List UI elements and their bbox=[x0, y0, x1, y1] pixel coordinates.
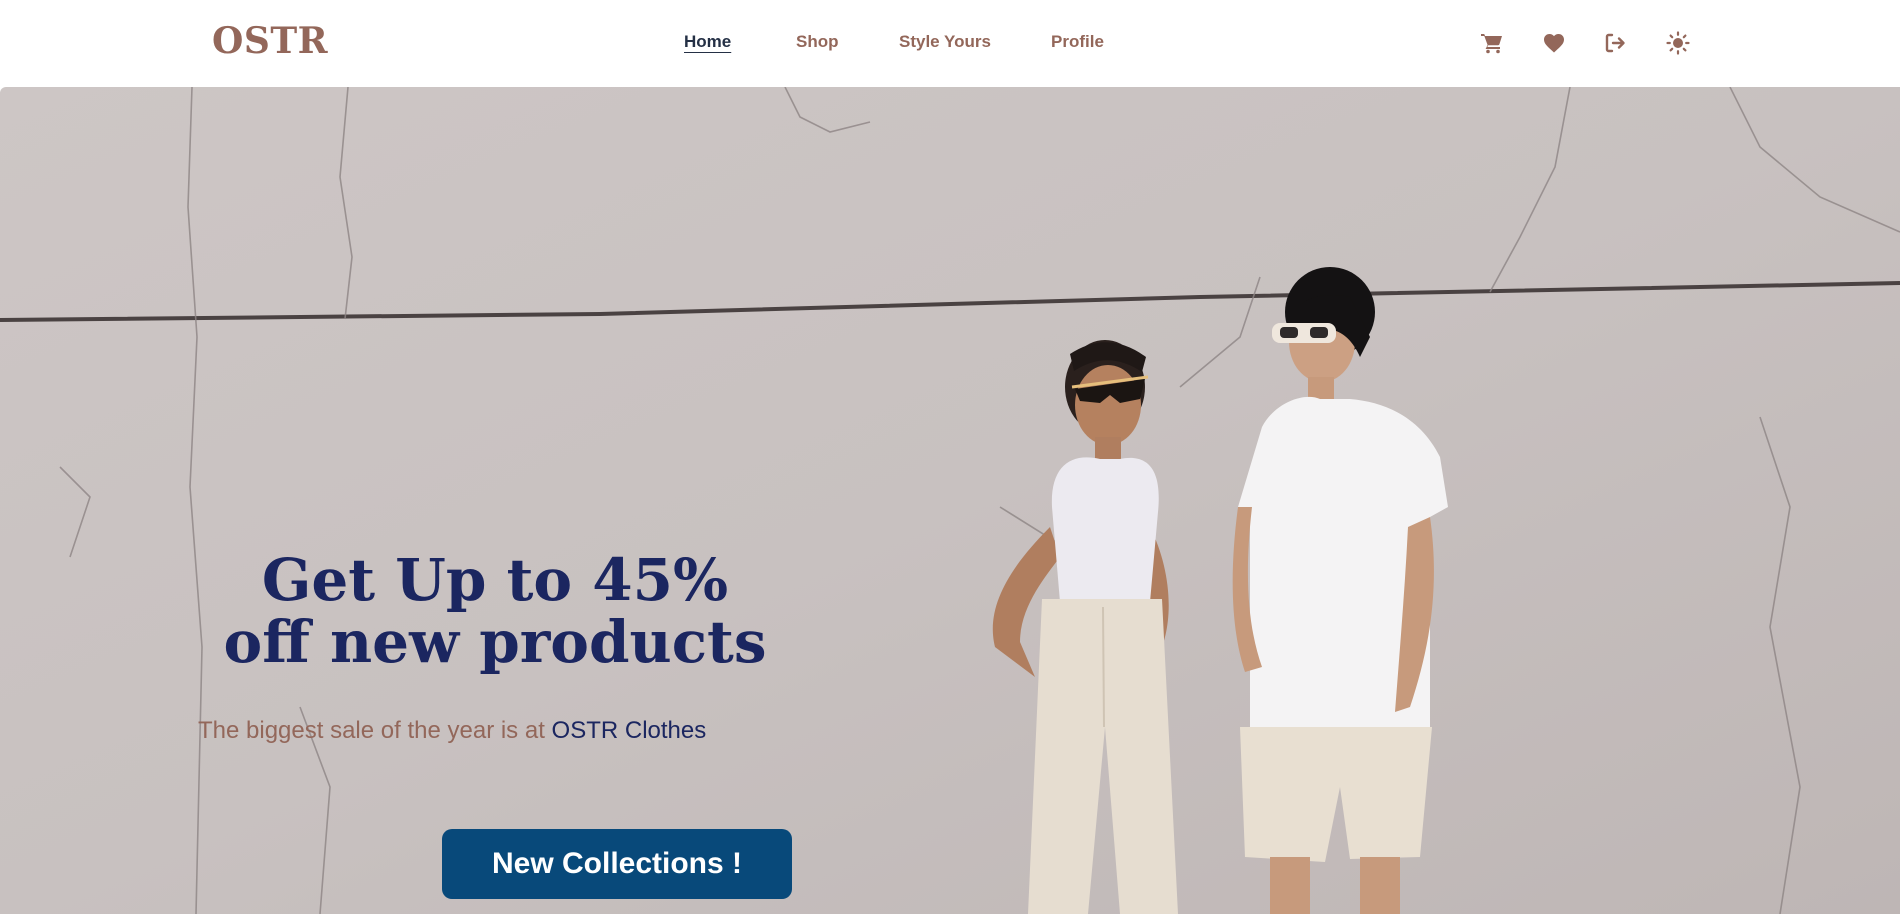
logout-icon bbox=[1605, 33, 1625, 53]
hero-headline-prefix: Get Up to bbox=[261, 546, 593, 614]
top-navigation-bar: OSTR Home Shop Style Yours Profile bbox=[0, 0, 1900, 87]
hero-headline: Get Up to 45% off new products bbox=[200, 549, 790, 673]
nav-shop-link[interactable]: Shop bbox=[796, 32, 839, 52]
heart-icon bbox=[1544, 34, 1564, 53]
nav-home-link[interactable]: Home bbox=[684, 32, 731, 52]
hero-photo bbox=[0, 87, 1900, 914]
nav-style-yours-link[interactable]: Style Yours bbox=[899, 32, 991, 52]
hero-banner: Get Up to 45% off new products The bigge… bbox=[0, 87, 1900, 914]
hero-headline-line2: off new products bbox=[223, 608, 767, 676]
hero-discount-highlight: 45% bbox=[592, 546, 729, 614]
logout-button[interactable] bbox=[1600, 28, 1630, 58]
cart-button[interactable] bbox=[1477, 28, 1507, 58]
hero-subtitle-brand: OSTR Clothes bbox=[551, 717, 707, 744]
cart-icon bbox=[1481, 34, 1502, 54]
theme-toggle-button[interactable] bbox=[1663, 28, 1693, 58]
hero-subtitle: The biggest sale of the year is at OSTR … bbox=[198, 717, 706, 745]
nav-profile-link[interactable]: Profile bbox=[1051, 32, 1104, 52]
new-collections-button[interactable]: New Collections ! bbox=[442, 829, 792, 899]
hero-subtitle-prefix: The biggest sale of the year is at bbox=[198, 717, 552, 744]
wishlist-button[interactable] bbox=[1539, 28, 1569, 58]
sun-icon bbox=[1666, 31, 1690, 55]
